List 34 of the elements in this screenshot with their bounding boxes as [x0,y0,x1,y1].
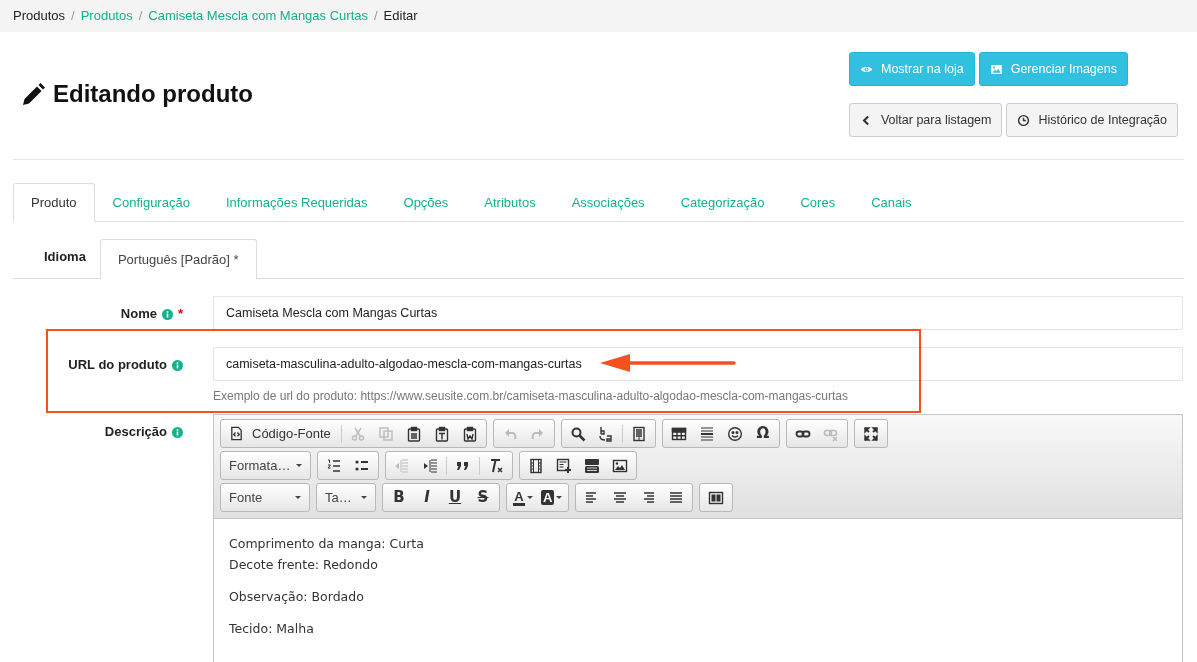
field-label: URL do produto [68,356,167,374]
required-mark: * [177,305,183,323]
paragraph: Observação: Bordado [229,588,365,606]
breadcrumb-separator: / [374,7,378,26]
breadcrumb-item: Editar [383,7,418,26]
paragraph: Tecido: Malha [229,620,315,638]
field-label: Descrição [104,423,167,441]
action-button[interactable]: Histórico de Integração [1006,103,1178,137]
paragraph: Comprimento da manga: Curta Decote frente: Redondo [229,535,425,574]
toolbar-dropdown[interactable]: Fonte [221,485,309,510]
tab[interactable]: Produto [13,183,95,222]
color-button[interactable]: A [537,485,567,510]
toolbar-dropdown[interactable]: Formata… [221,453,311,478]
color-label: A [513,489,525,506]
toolbar-button[interactable]: B [385,485,413,510]
breadcrumb-item: Produtos [13,7,66,26]
toolbar-button[interactable]: Ω [748,421,777,446]
color-button[interactable]: A [509,485,537,510]
language-label: Idioma [43,248,87,266]
page-title: Editando produto [53,80,253,109]
breadcrumb-separator: / [138,7,143,26]
source-button[interactable]: Código-Fonte [223,421,339,446]
toolbar-button[interactable]: U [441,485,469,510]
text-field[interactable]: Camiseta Mescla com Mangas Curtas [213,296,1183,330]
toolbar-button[interactable]: S [469,485,497,510]
breadcrumb-separator: / [71,7,75,26]
help-text: Exemplo de url do produto: https://www.seusite.com.br/camiseta-masculina-adulto-algodao-mescla-com-mangas-curtas [213,388,849,405]
text-field[interactable]: camiseta-masculina-adulto-algodao-mescla-com-mangas-curtas [213,347,1183,381]
action-button[interactable]: Voltar para listagem [848,103,1003,137]
color-label: A [541,490,555,505]
field-label: Nome [120,305,157,323]
toolbar-button[interactable]: I [413,485,441,510]
toolbar-dropdown[interactable]: Ta… [317,485,375,510]
language-tab[interactable]: Português [Padrão] * [99,239,257,279]
